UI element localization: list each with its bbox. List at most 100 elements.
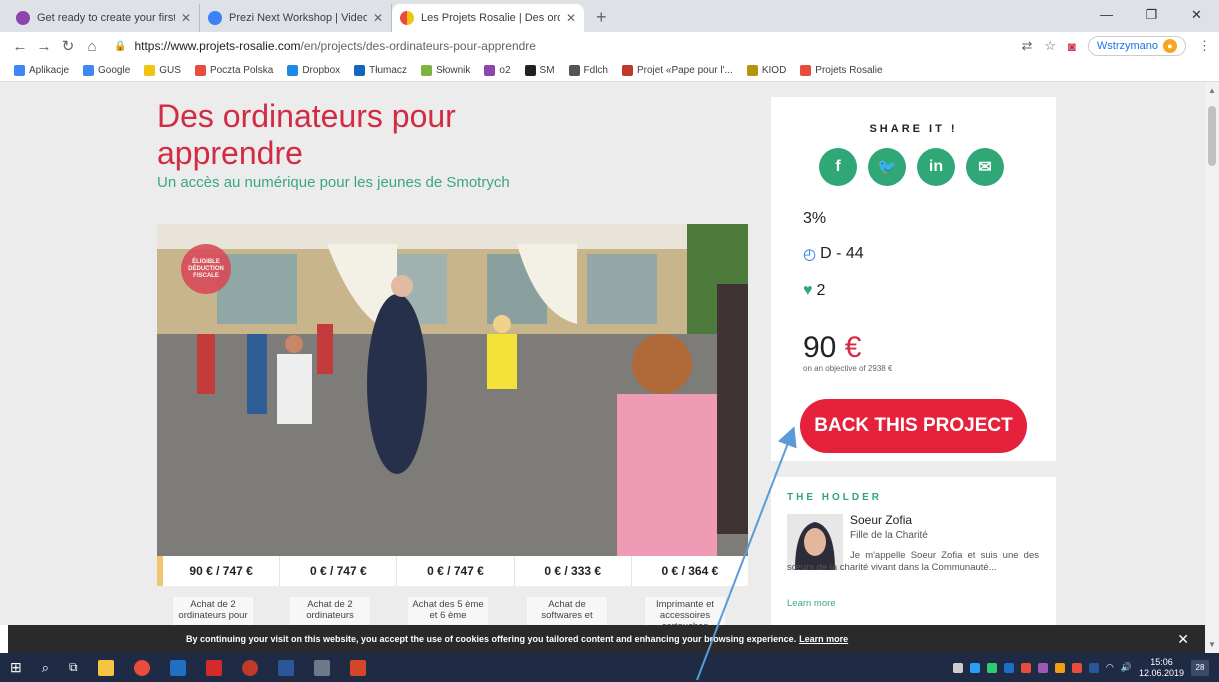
bookmark-item[interactable]: Poczta Polska bbox=[194, 65, 274, 76]
goal-amount: 90 € / 747 € bbox=[157, 556, 279, 586]
url-host: https://www.projets-rosalie.com bbox=[134, 39, 301, 53]
outlook-icon[interactable] bbox=[169, 659, 186, 676]
tab-favicon-icon bbox=[208, 11, 222, 25]
tab-title: Prezi Next Workshop | Videos, Le bbox=[229, 12, 367, 24]
tray-icon[interactable] bbox=[969, 662, 980, 673]
new-tab-button[interactable]: + bbox=[584, 4, 619, 32]
tax-deduction-badge: ÉLIGIBLE DÉDUCTION FISCALE bbox=[181, 244, 231, 294]
project-photo-illustration bbox=[157, 224, 748, 556]
bookmark-icon bbox=[568, 65, 580, 76]
scroll-down-icon[interactable]: ▼ bbox=[1208, 640, 1216, 649]
bookmark-label: Fdlch bbox=[583, 65, 608, 76]
bookmark-item[interactable]: KIOD bbox=[746, 65, 787, 76]
bookmark-item[interactable]: Aplikacje bbox=[14, 65, 69, 76]
translate-icon[interactable]: ⇄ bbox=[1021, 38, 1032, 54]
word-icon[interactable] bbox=[277, 659, 294, 676]
bookmark-item[interactable]: GUS bbox=[144, 65, 181, 76]
facebook-icon[interactable]: f bbox=[819, 148, 857, 186]
tray-icon[interactable] bbox=[1054, 662, 1065, 673]
bookmark-icon bbox=[420, 65, 432, 76]
task-view-icon[interactable]: ⧉ bbox=[69, 660, 78, 675]
twitter-icon[interactable]: 🐦 bbox=[868, 148, 906, 186]
bookmark-label: Poczta Polska bbox=[209, 65, 274, 76]
heart-icon[interactable]: ♥ bbox=[803, 282, 813, 300]
scrollbar-thumb[interactable] bbox=[1208, 106, 1216, 166]
file-explorer-icon[interactable] bbox=[97, 659, 114, 676]
goal-description[interactable]: Achat de 2 ordinateurs pour bbox=[173, 597, 253, 625]
close-tab-icon[interactable]: ✕ bbox=[181, 11, 191, 25]
app-flower-icon[interactable] bbox=[241, 659, 258, 676]
browser-tab-active[interactable]: Les Projets Rosalie | Des ordinate ✕ bbox=[392, 4, 584, 32]
bookmark-star-icon[interactable]: ☆ bbox=[1044, 38, 1056, 54]
tray-icon[interactable] bbox=[952, 662, 963, 673]
bookmark-item[interactable]: Tłumacz bbox=[354, 65, 407, 76]
menu-kebab-icon[interactable]: ⋮ bbox=[1198, 38, 1211, 54]
back-icon[interactable]: ← bbox=[8, 38, 32, 55]
bookmark-icon bbox=[621, 65, 633, 76]
bookmark-label: KIOD bbox=[761, 65, 787, 76]
avatar: ● bbox=[1163, 39, 1177, 53]
powerpoint-icon[interactable] bbox=[349, 659, 366, 676]
toolbar-right: ⇄ ☆ ◙ Wstrzymano ● ⋮ bbox=[1021, 36, 1211, 56]
browser-tab[interactable]: Get ready to create your first pre ✕ bbox=[8, 4, 200, 32]
notification-center-icon[interactable]: 28 bbox=[1191, 659, 1209, 676]
tray-icon[interactable] bbox=[1037, 662, 1048, 673]
bookmark-item[interactable]: Słownik bbox=[420, 65, 470, 76]
forward-icon[interactable]: → bbox=[32, 38, 56, 55]
minimize-icon[interactable]: — bbox=[1084, 0, 1129, 32]
bookmark-icon bbox=[746, 65, 758, 76]
tray-icon[interactable] bbox=[986, 662, 997, 673]
browser-tab[interactable]: Prezi Next Workshop | Videos, Le ✕ bbox=[200, 4, 392, 32]
goal-description[interactable]: Achat de softwares et bbox=[527, 597, 607, 625]
home-icon[interactable]: ⌂ bbox=[80, 38, 104, 55]
email-icon[interactable]: ✉ bbox=[966, 148, 1004, 186]
close-tab-icon[interactable]: ✕ bbox=[566, 11, 576, 25]
bookmark-item[interactable]: SM bbox=[524, 65, 555, 76]
wifi-icon[interactable]: ◠ bbox=[1106, 662, 1114, 673]
close-window-icon[interactable]: ✕ bbox=[1174, 0, 1219, 32]
goal-description[interactable]: Achat des 5 ème et 6 ème bbox=[408, 597, 488, 625]
cookie-learn-more-link[interactable]: Learn more bbox=[799, 634, 848, 644]
page-scrollbar[interactable]: ▲ ▼ bbox=[1205, 82, 1219, 653]
profile-paused-button[interactable]: Wstrzymano ● bbox=[1087, 36, 1186, 56]
goal-description[interactable]: Imprimante et accessoires cartouches bbox=[645, 597, 725, 625]
bookmark-icon bbox=[144, 65, 156, 76]
search-icon[interactable]: ⌕ bbox=[42, 660, 49, 676]
tray-icon[interactable] bbox=[1020, 662, 1031, 673]
tray-icon[interactable] bbox=[1088, 662, 1099, 673]
linkedin-icon[interactable]: in bbox=[917, 148, 955, 186]
objective-text: on an objective of 2938 € bbox=[803, 364, 893, 373]
bookmark-label: o2 bbox=[499, 65, 511, 76]
bookmark-label: SM bbox=[539, 65, 555, 76]
holder-name: Soeur Zofia bbox=[850, 513, 913, 527]
chrome-icon[interactable] bbox=[133, 659, 150, 676]
goal-amount: 0 € / 333 € bbox=[513, 556, 631, 586]
bookmark-item[interactable]: o2 bbox=[484, 65, 511, 76]
scroll-up-icon[interactable]: ▲ bbox=[1208, 86, 1216, 95]
project-photo: ÉLIGIBLE DÉDUCTION FISCALE bbox=[157, 224, 748, 556]
goal-description[interactable]: Achat de 2 ordinateurs bbox=[290, 597, 370, 625]
system-clock[interactable]: 15:06 12.06.2019 bbox=[1139, 657, 1184, 679]
cookie-close-icon[interactable]: ✕ bbox=[1177, 631, 1189, 648]
tray-icon[interactable] bbox=[1003, 662, 1014, 673]
address-bar-row: ← → ↻ ⌂ 🔒 https://www.projets-rosalie.co… bbox=[0, 32, 1219, 60]
tray-icon[interactable] bbox=[1071, 662, 1082, 673]
close-tab-icon[interactable]: ✕ bbox=[373, 11, 383, 25]
extension-icon[interactable]: ◙ bbox=[1068, 39, 1076, 54]
address-input[interactable]: 🔒 https://www.projets-rosalie.com/en/pro… bbox=[114, 39, 1021, 53]
app-bird-icon[interactable] bbox=[313, 659, 330, 676]
volume-icon[interactable]: 🔊 bbox=[1121, 662, 1132, 673]
app-red-icon[interactable] bbox=[205, 659, 222, 676]
bookmark-item[interactable]: Projet «Pape pour l'... bbox=[621, 65, 733, 76]
back-this-project-button[interactable]: BACK THIS PROJECT bbox=[800, 399, 1027, 453]
bookmark-item[interactable]: Projets Rosalie bbox=[800, 65, 883, 76]
tab-title: Les Projets Rosalie | Des ordinate bbox=[421, 12, 560, 24]
holder-bio: Je m'appelle Soeur Zofia et suis une des… bbox=[787, 550, 1039, 573]
learn-more-link[interactable]: Learn more bbox=[787, 598, 836, 609]
windows-start-icon[interactable]: ⊞ bbox=[10, 659, 22, 676]
bookmark-item[interactable]: Google bbox=[83, 65, 130, 76]
bookmark-item[interactable]: Dropbox bbox=[287, 65, 340, 76]
reload-icon[interactable]: ↻ bbox=[56, 37, 80, 55]
restore-icon[interactable]: ❐ bbox=[1129, 0, 1174, 32]
bookmark-item[interactable]: Fdlch bbox=[568, 65, 608, 76]
